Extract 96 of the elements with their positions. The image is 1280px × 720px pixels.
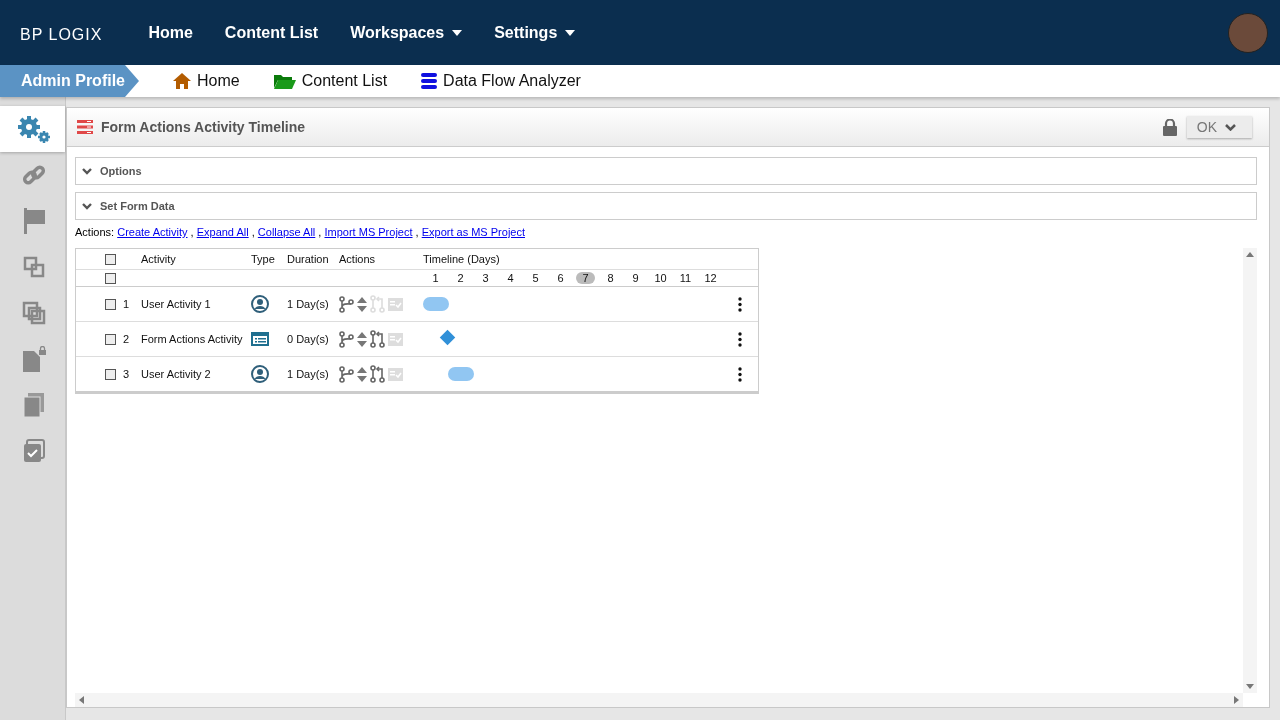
sort-arrows-icon[interactable] <box>357 296 367 312</box>
separator-text: , <box>250 226 256 238</box>
duration-text: 1 Day(s) <box>287 298 330 310</box>
checked-document-icon <box>22 439 45 463</box>
day-number[interactable]: 12 <box>698 272 723 284</box>
row-checkbox[interactable] <box>105 298 116 310</box>
sidebar-tab[interactable] <box>0 106 65 152</box>
user-icon <box>251 295 269 313</box>
activity-name[interactable]: Form Actions Activity <box>141 333 251 345</box>
separator-text: , <box>189 226 195 238</box>
branch-icon[interactable] <box>339 330 354 348</box>
avatar[interactable] <box>1228 12 1268 53</box>
overlapping-squares-icon <box>22 256 45 278</box>
day-number[interactable]: 6 <box>551 272 570 284</box>
action-link[interactable]: Export as MS Project <box>421 226 525 238</box>
form-check-icon[interactable] <box>388 367 403 381</box>
day-number[interactable]: 9 <box>626 272 645 284</box>
breadcrumb-link[interactable]: Home <box>173 72 240 90</box>
folder-icon <box>273 73 296 89</box>
chevron-icon <box>82 167 92 175</box>
day-number[interactable]: 4 <box>501 272 520 284</box>
lock-icon <box>1162 118 1177 136</box>
scroll-left-icon[interactable] <box>79 696 84 704</box>
panel-title: Form Actions Activity Timeline <box>101 119 307 135</box>
nav-link[interactable]: Home <box>148 23 193 42</box>
duration-text: 1 Day(s) <box>287 368 330 380</box>
flag-icon <box>22 208 45 234</box>
copy-icon <box>22 393 45 417</box>
form-check-icon[interactable] <box>388 332 403 346</box>
user-icon <box>251 365 269 383</box>
sort-arrows-icon[interactable] <box>357 366 367 382</box>
column-header: Actions <box>339 253 377 265</box>
locked-file-icon <box>20 346 47 372</box>
day-number[interactable]: 11 <box>673 272 698 284</box>
horizontal-scrollbar[interactable] <box>75 693 1243 707</box>
row-number: 3 <box>123 368 131 380</box>
actions-label: Actions: <box>75 226 116 238</box>
checkbox[interactable] <box>105 272 116 284</box>
connector-icon[interactable] <box>370 330 385 348</box>
chevron-icon <box>82 202 92 210</box>
row-checkbox[interactable] <box>105 368 116 380</box>
caret-icon <box>452 29 463 36</box>
ok-dropdown-button[interactable]: OK <box>1186 116 1252 138</box>
scroll-down-icon[interactable] <box>1246 684 1254 689</box>
separator-text: , <box>317 226 323 238</box>
duration-text: 0 Day(s) <box>287 333 330 345</box>
vertical-scrollbar[interactable] <box>1243 248 1257 693</box>
day-number[interactable]: 7 <box>576 272 595 284</box>
action-link[interactable]: Create Activity <box>117 226 188 238</box>
column-header: Timeline (Days) <box>423 253 501 265</box>
chevron-icon <box>1225 123 1236 131</box>
more-options-icon[interactable] <box>737 331 742 347</box>
form-check-icon[interactable] <box>388 297 403 311</box>
column-header: Type <box>251 253 276 265</box>
scroll-right-icon[interactable] <box>1234 696 1239 704</box>
row-checkbox[interactable] <box>105 333 116 345</box>
sort-arrows-icon[interactable] <box>357 331 367 347</box>
caret-icon <box>565 29 576 36</box>
day-number[interactable]: 1 <box>426 272 445 284</box>
row-number: 1 <box>123 298 131 310</box>
nav-menu[interactable]: Workspaces <box>350 23 463 42</box>
scroll-up-icon[interactable] <box>1246 252 1254 257</box>
branch-icon[interactable] <box>339 295 354 313</box>
database-icon <box>421 73 438 89</box>
day-number[interactable]: 5 <box>526 272 545 284</box>
select-all-checkbox[interactable] <box>105 253 116 265</box>
list-icon <box>77 120 93 134</box>
collapsible-section-header[interactable]: Options <box>75 157 1257 185</box>
more-options-icon[interactable] <box>737 296 742 312</box>
breadcrumb-link[interactable]: Content List <box>273 72 388 90</box>
action-link[interactable]: Import MS Project <box>324 226 413 238</box>
more-options-icon[interactable] <box>737 366 742 382</box>
row-number: 2 <box>123 333 131 345</box>
connector-icon[interactable] <box>370 365 385 383</box>
day-number[interactable]: 3 <box>476 272 495 284</box>
link-icon <box>22 164 45 186</box>
nav-link[interactable]: Content List <box>224 23 319 42</box>
collapsible-section-header[interactable]: Set Form Data <box>75 192 1257 220</box>
day-number[interactable]: 8 <box>601 272 620 284</box>
nav-menu[interactable]: Settings <box>494 23 576 42</box>
separator-text: , <box>414 226 420 238</box>
column-header: Duration <box>287 253 330 265</box>
action-link[interactable]: Expand All <box>196 226 249 238</box>
overlapping-squares-icon <box>21 301 46 325</box>
form-icon <box>251 332 269 346</box>
day-number[interactable]: 2 <box>451 272 470 284</box>
branch-icon[interactable] <box>339 365 354 383</box>
column-header: Activity <box>141 253 177 265</box>
house-icon <box>173 73 191 89</box>
action-link[interactable]: Collapse All <box>257 226 316 238</box>
activity-name[interactable]: User Activity 2 <box>141 368 251 380</box>
breadcrumb-link[interactable]: Data Flow Analyzer <box>421 72 581 90</box>
gears-icon <box>16 115 51 143</box>
logo-text: BP LOGIX <box>20 24 103 44</box>
activity-name[interactable]: User Activity 1 <box>141 298 251 310</box>
day-number[interactable]: 10 <box>648 272 673 284</box>
